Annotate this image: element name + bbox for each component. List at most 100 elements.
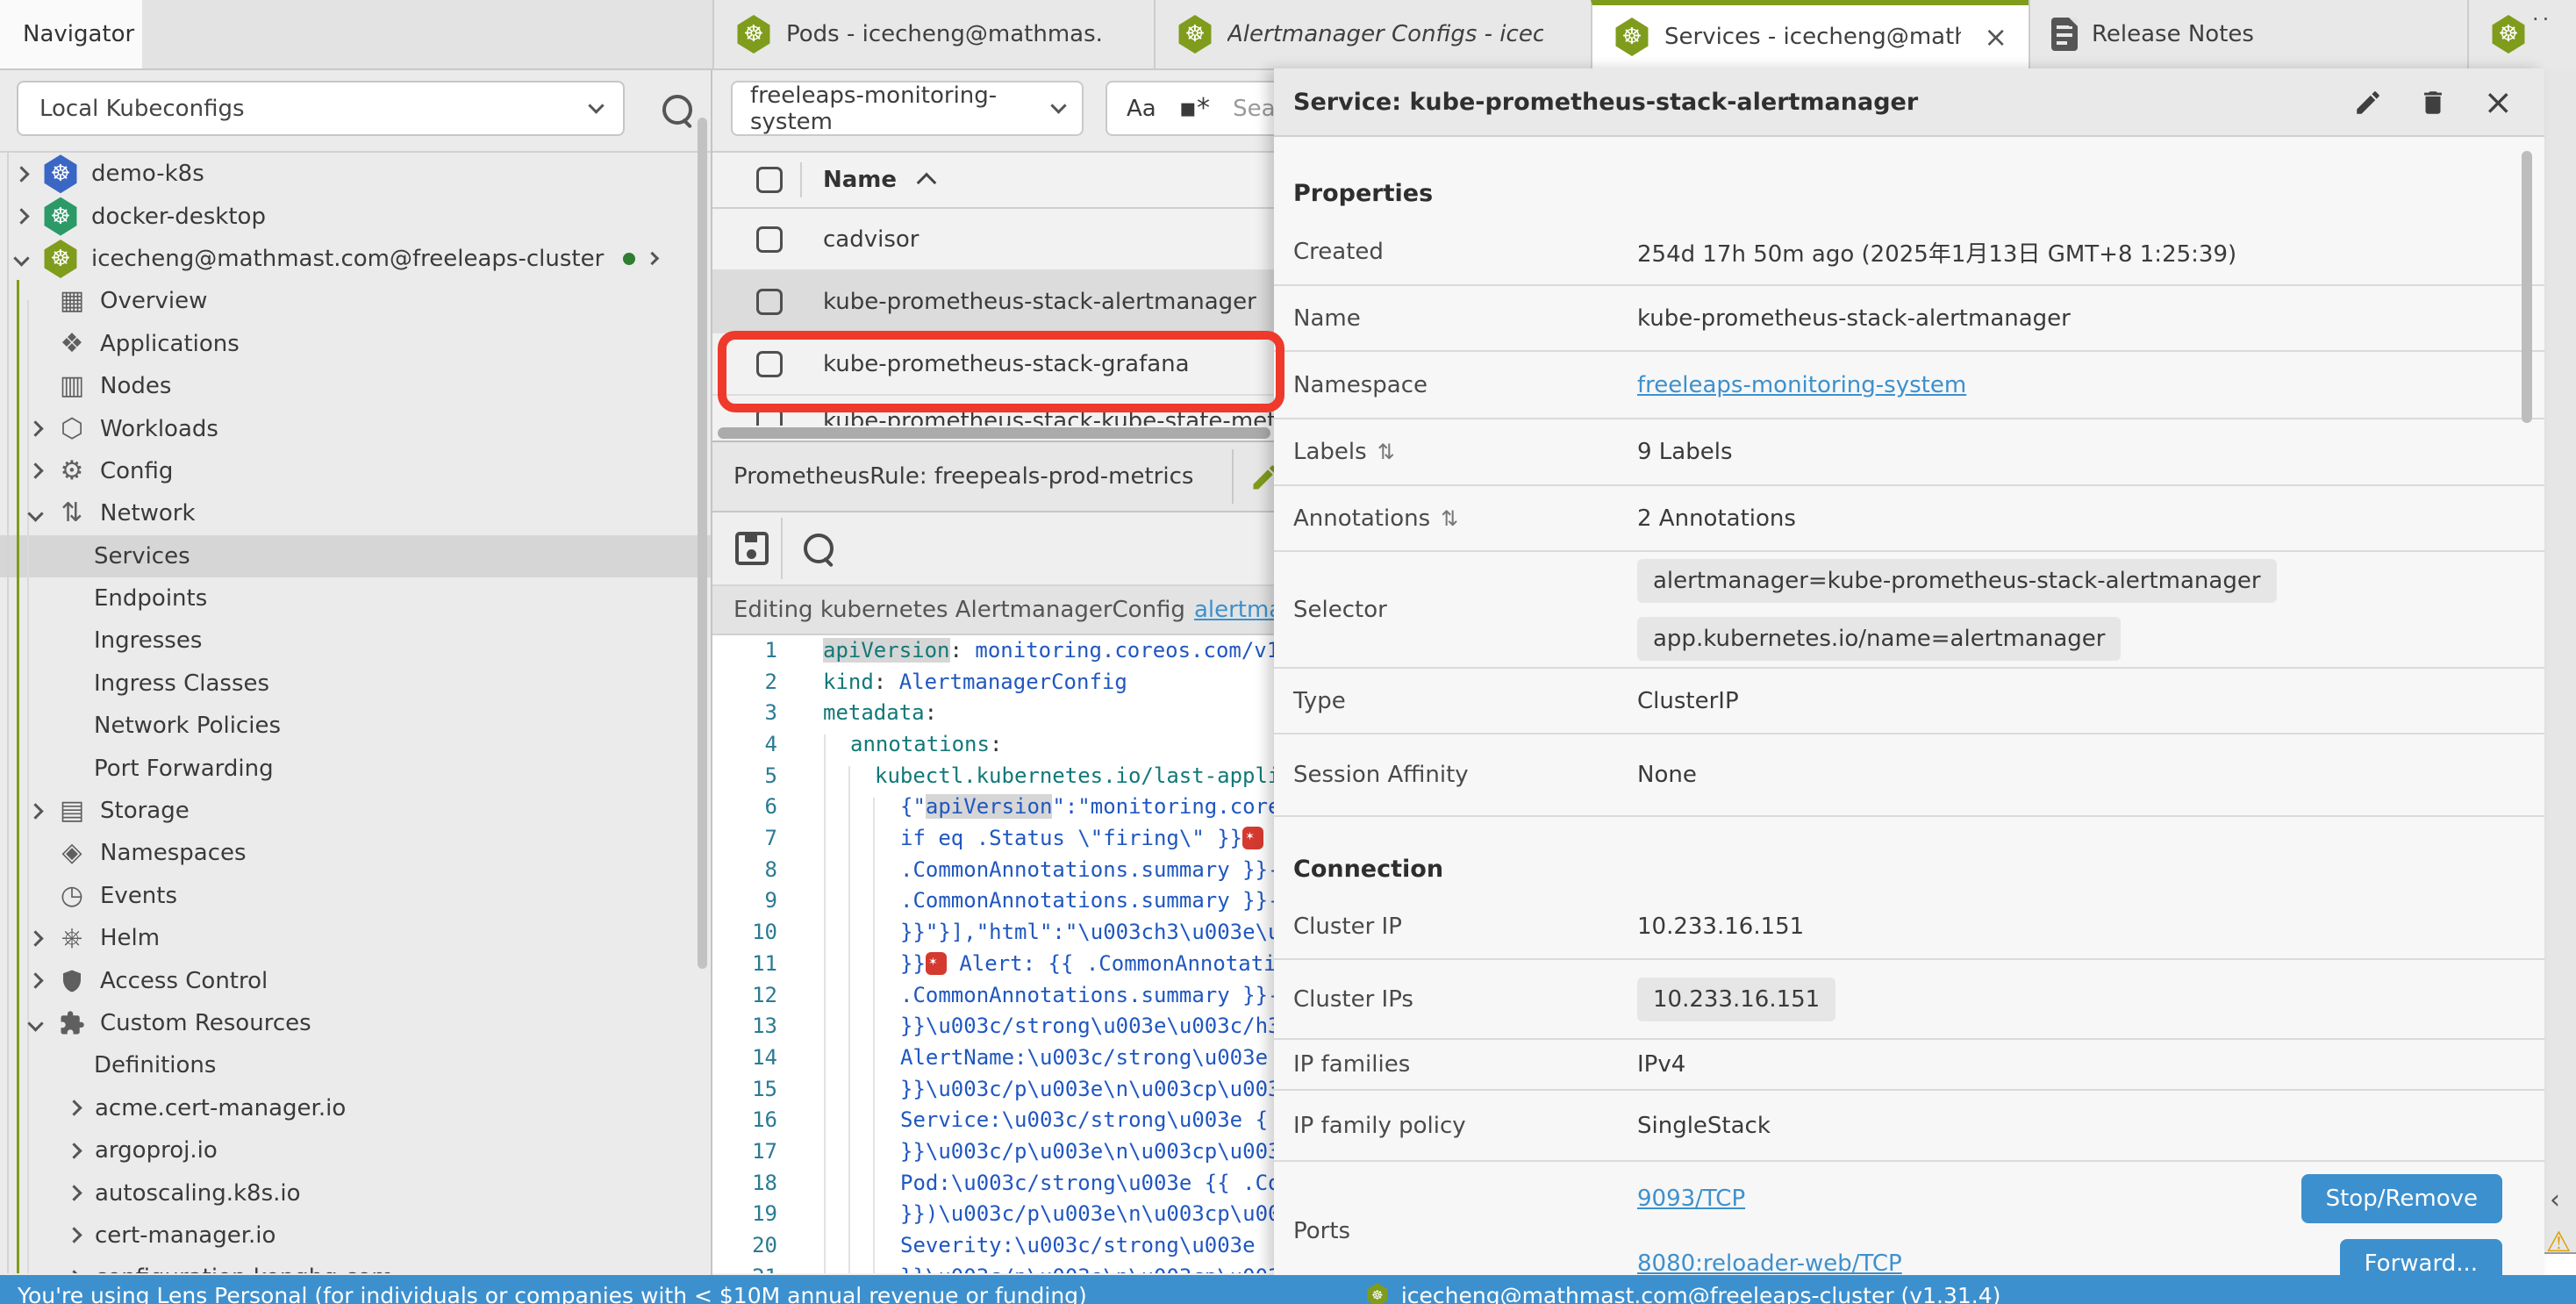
annotation-highlight-box [718,331,1284,412]
sidebar-item-overview[interactable]: ▦Overview [0,280,711,322]
kubeconfig-select[interactable]: Local Kubeconfigs [17,81,625,136]
editor-search-icon[interactable] [804,534,834,563]
value-chip[interactable]: alertmanager=kube-prometheus-stack-alert… [1637,559,2277,603]
row-checkbox[interactable] [756,226,783,253]
siren-emoji [1242,827,1263,849]
code-text: }} Alert: {{ .CommonAnnotati [900,948,1277,979]
tab-3[interactable]: ☸Services - icecheng@math...× [1591,0,2029,68]
regex-icon[interactable]: ▪* [1179,93,1210,124]
sidebar-item-configuration-konghq-com[interactable]: configuration.konghq.com [0,1257,711,1273]
tab-overflow-dots: ·· [2532,7,2552,32]
sidebar-item-helm[interactable]: ⎈Helm [0,917,711,959]
chevron-right-icon[interactable] [66,1228,82,1243]
stop-remove-button[interactable]: Stop/Remove [2301,1174,2502,1223]
sidebar-item-acme-cert-manager-io[interactable]: acme.cert-manager.io [0,1087,711,1129]
chevron-down-icon[interactable] [27,1015,43,1031]
row-checkbox[interactable] [756,289,783,315]
detail-row: Selectoralertmanager=kube-prometheus-sta… [1274,552,2544,669]
navigator-tab[interactable]: Navigator [0,0,142,68]
match-case-icon[interactable]: Aa [1127,96,1156,122]
namespace-link[interactable]: freeleaps-monitoring-system [1637,372,1966,398]
chevron-right-icon[interactable] [27,930,43,946]
port-link[interactable]: 9093/TCP [1637,1186,1745,1212]
code-text: if eq .Status \"firing\" }} [900,822,1263,854]
chevron-right-icon[interactable] [27,972,43,988]
chevron-right-icon[interactable] [66,1100,82,1116]
sort-asc-icon[interactable] [917,173,937,193]
detail-row: Session AffinityNone [1274,734,2544,817]
chevron-right-icon[interactable] [13,208,29,224]
chevron-right-icon[interactable] [13,166,29,182]
sidebar-item-events[interactable]: ◷Events [0,875,711,917]
chevron-right-icon[interactable] [66,1143,82,1158]
chevron-right-icon[interactable] [27,803,43,819]
close-icon[interactable]: × [1984,20,2007,54]
chevron-right-icon[interactable] [27,463,43,479]
sidebar-item-definitions[interactable]: Definitions [0,1044,711,1086]
chevron-down-icon[interactable] [13,251,29,267]
code-text: kubectl.kubernetes.io/last-appli [875,760,1280,792]
detail-label: Cluster IP [1293,914,1402,940]
sidebar-item-applications[interactable]: ❖Applications [0,323,711,365]
sidebar-item-network[interactable]: ⇅Network [0,492,711,534]
code-text: .CommonAnnotations.summary }}- [900,854,1280,885]
sidebar-item-config[interactable]: ⚙Config [0,450,711,492]
collapse-chevron-icon[interactable]: ‹ [2550,1185,2560,1215]
sidebar-item-endpoints[interactable]: Endpoints [0,577,711,620]
sidebar-item-docker-desktop[interactable]: ☸docker-desktop [0,195,711,237]
sidebar-item-autoscaling-k8s-io[interactable]: autoscaling.k8s.io [0,1171,711,1214]
value-chip[interactable]: 10.233.16.151 [1637,978,1835,1021]
sidebar-item-demo-k8s[interactable]: ☸demo-k8s [0,153,711,195]
close-icon[interactable]: × [2483,85,2513,120]
value-chip[interactable]: app.kubernetes.io/name=alertmanager [1637,617,2121,661]
lens-app-window: Navigator ☸Pods - icecheng@mathmas...☸Al… [0,0,2576,1304]
tab-partial[interactable]: ☸ [2467,0,2576,68]
edit-icon[interactable] [2353,88,2383,118]
sidebar-item-workloads[interactable]: ⬡Workloads [0,407,711,449]
name-column-header[interactable]: Name [823,167,897,193]
sidebar-item-label: demo-k8s [91,161,204,187]
sidebar-item-storage[interactable]: ▤Storage [0,790,711,832]
sidebar-item-network-policies[interactable]: Network Policies [0,705,711,747]
scrollbar-thumb[interactable] [718,427,1270,439]
port-link[interactable]: 8080:reloader-web/TCP [1637,1250,1902,1277]
sidebar-item-port-forwarding[interactable]: Port Forwarding [0,747,711,789]
sidebar-item-custom-resources[interactable]: Custom Resources [0,1002,711,1044]
drawer-scrollbar[interactable] [2522,151,2532,423]
chevron-down-icon[interactable] [27,505,43,521]
select-all-checkbox[interactable] [756,167,783,193]
sidebar-item-nodes[interactable]: ▥Nodes [0,365,711,407]
chevron-right-icon[interactable] [66,1185,82,1200]
line-number: 15 [712,1077,777,1101]
sidebar-item-cert-manager-io[interactable]: cert-manager.io [0,1214,711,1257]
tab-1[interactable]: ☸Pods - icecheng@mathmas... [712,0,1154,68]
unfold-icon[interactable]: ⇅ [1377,440,1395,464]
search-icon[interactable] [662,95,692,125]
sidebar-item-ingress-classes[interactable]: Ingress Classes [0,663,711,705]
line-number: 16 [712,1107,777,1132]
service-name: cadvisor [823,226,919,253]
save-icon[interactable] [735,532,769,565]
sidebar-item-access-control[interactable]: Access Control [0,959,711,1001]
sidebar-item-services[interactable]: Services [0,535,711,577]
chevron-right-icon[interactable] [646,252,660,266]
sidebar-item-icecheng-mathmast-com-freeleap[interactable]: ☸icecheng@mathmast.com@freeleaps-cluster [0,238,711,280]
tab-4[interactable]: Release Notes [2029,0,2467,68]
line-number: 18 [712,1171,777,1195]
dock-tab-title[interactable]: PrometheusRule: freepeals-prod-metrics [733,463,1193,490]
workloads-icon: ⬡ [56,416,88,442]
namespace-select[interactable]: freeleaps-monitoring-system [731,81,1084,136]
unfold-icon[interactable]: ⇅ [1441,506,1458,531]
navigator-label: Navigator [23,21,134,47]
tab-title: Pods - icecheng@mathmas... [786,21,1102,47]
sidebar-item-argoproj-io[interactable]: argoproj.io [0,1129,711,1171]
chevron-right-icon[interactable] [66,1270,82,1273]
detail-row: Labels⇅9 Labels [1274,419,2544,486]
sidebar-scrollbar[interactable] [698,118,707,969]
sidebar-item-label: acme.cert-manager.io [95,1095,346,1121]
sidebar-item-ingresses[interactable]: Ingresses [0,620,711,662]
tab-2[interactable]: ☸Alertmanager Configs - icec... [1154,0,1591,68]
delete-icon[interactable] [2418,88,2448,118]
sidebar-item-namespaces[interactable]: ◈Namespaces [0,832,711,874]
chevron-right-icon[interactable] [27,420,43,436]
